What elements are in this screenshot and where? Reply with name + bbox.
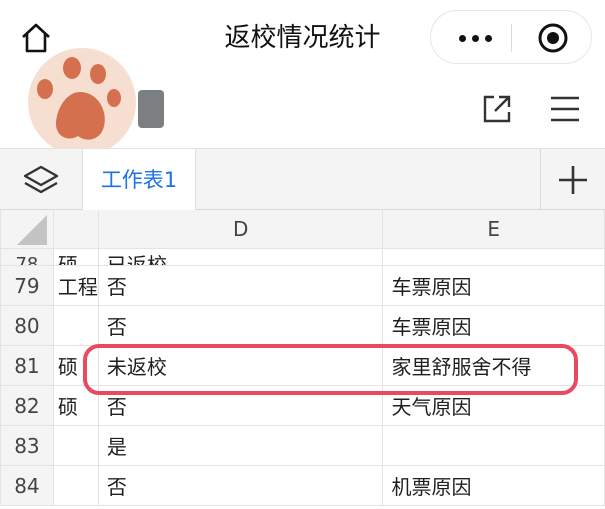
cell-d[interactable]: 是 (97, 425, 384, 466)
column-header-d[interactable]: D (97, 210, 384, 249)
cell-e[interactable]: 车票原因 (382, 305, 605, 346)
cell-e[interactable] (382, 425, 605, 466)
column-header-e[interactable]: E (382, 210, 605, 249)
tab-sheet1[interactable]: 工作表1 (82, 149, 196, 211)
row-number[interactable]: 80 (0, 305, 54, 346)
table-row: 80 否 车票原因 (0, 305, 605, 346)
cell-c[interactable] (52, 305, 99, 346)
mini-program-capsule (430, 10, 592, 64)
cell-c[interactable] (52, 465, 99, 506)
table-row: 84 否 机票原因 (0, 465, 605, 506)
capsule-divider (511, 24, 512, 52)
cell-e[interactable]: 车票原因 (382, 265, 605, 306)
tab-label: 工作表1 (100, 168, 178, 192)
record-close-icon[interactable] (536, 21, 570, 55)
open-external-icon[interactable] (480, 92, 514, 126)
row-number[interactable]: 79 (0, 265, 54, 306)
add-sheet-button[interactable] (540, 149, 605, 211)
table-row: 83 是 (0, 425, 605, 466)
hamburger-menu-icon[interactable] (548, 92, 582, 126)
cell-e[interactable]: 机票原因 (382, 465, 605, 506)
cell-d[interactable]: 已返校 (97, 248, 384, 266)
cell-d[interactable]: 否 (97, 305, 384, 346)
row-number[interactable]: 82 (0, 385, 54, 426)
cell-d[interactable]: 否 (97, 265, 384, 306)
row-number[interactable]: 84 (0, 465, 54, 506)
cell-c[interactable]: 硕 (52, 248, 99, 266)
column-header-c[interactable] (52, 210, 99, 249)
select-all-corner[interactable] (0, 210, 54, 249)
paw-sticker (28, 48, 136, 156)
row-number[interactable]: 83 (0, 425, 54, 466)
layers-icon[interactable] (22, 161, 60, 199)
table-row: 79 工程 否 车票原因 (0, 265, 605, 306)
sheet-tab-bar: 工作表1 (0, 148, 605, 211)
plus-icon (559, 166, 587, 194)
more-icon[interactable] (445, 20, 505, 56)
cell-d[interactable]: 否 (97, 465, 384, 506)
highlight-outline (83, 344, 578, 395)
row-number[interactable]: 81 (0, 345, 54, 386)
cell-c[interactable]: 工程 (52, 265, 99, 306)
row-number[interactable]: 78 (0, 248, 54, 266)
cell-c[interactable] (52, 425, 99, 466)
cell-e[interactable] (382, 248, 605, 266)
